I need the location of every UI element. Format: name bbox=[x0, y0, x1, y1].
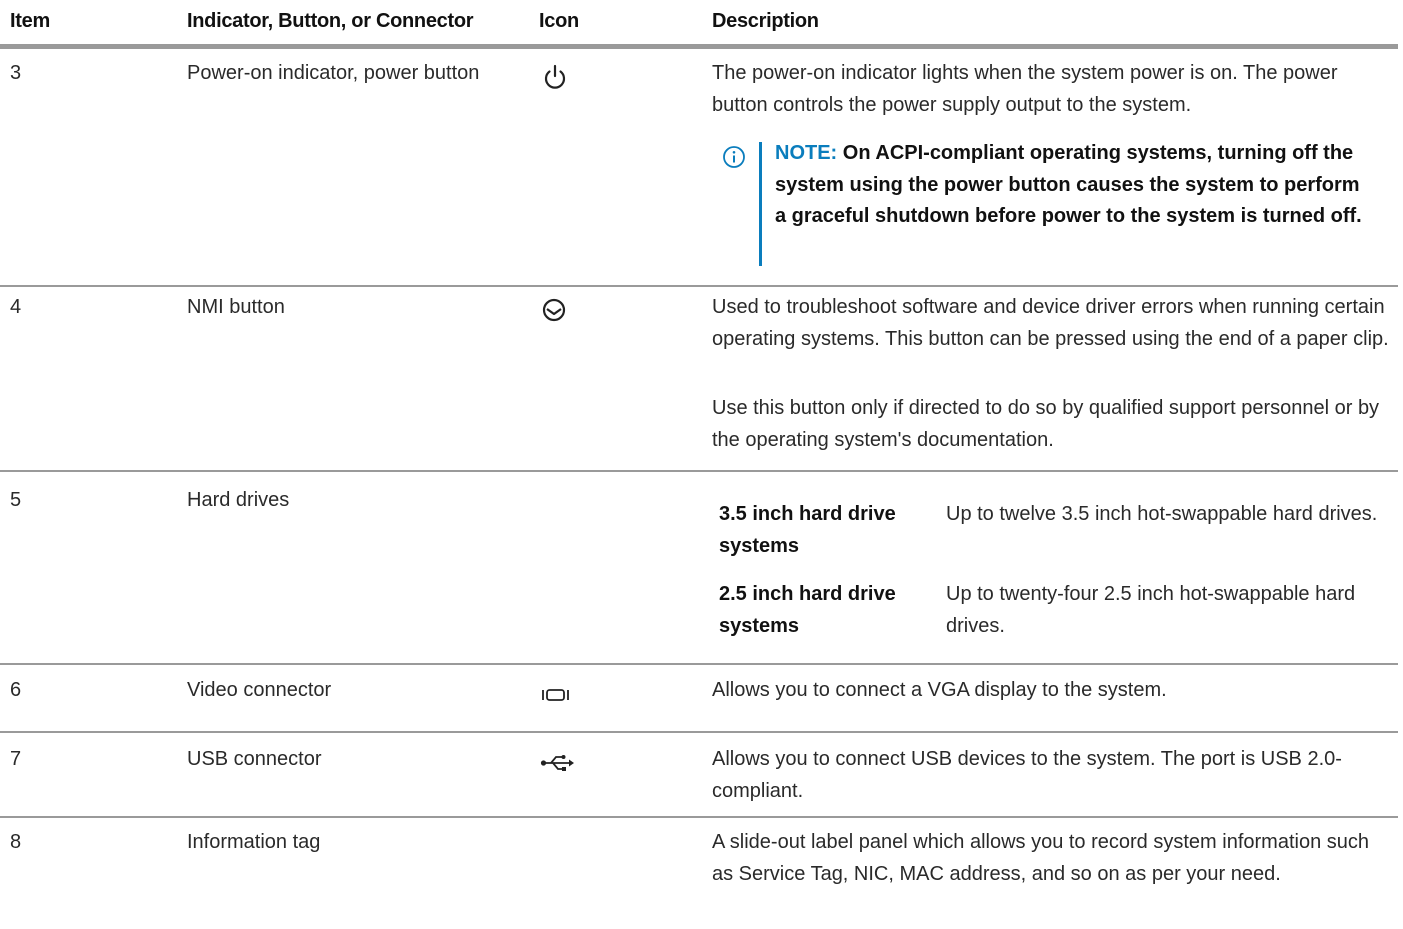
header-item: Item bbox=[10, 10, 50, 32]
row-component-name: NMI button bbox=[187, 296, 285, 318]
row-divider bbox=[0, 285, 1398, 287]
row-item-number: 6 bbox=[10, 679, 22, 701]
note: NOTE: On ACPI-compliant operating system… bbox=[775, 138, 1375, 233]
header-icon: Icon bbox=[539, 10, 579, 32]
row-description-extra: Use this button only if directed to do s… bbox=[712, 397, 1380, 451]
row-component-name: Hard drives bbox=[187, 489, 290, 511]
subtable-value: Up to twelve 3.5 inch hot-swappable hard… bbox=[946, 503, 1378, 525]
row-item-number: 4 bbox=[10, 296, 22, 318]
row-description: The power-on indicator lights when the s… bbox=[712, 62, 1338, 116]
row-item-number: 5 bbox=[10, 489, 22, 511]
row-description: Used to troubleshoot software and device… bbox=[712, 296, 1389, 350]
row-divider bbox=[0, 470, 1398, 472]
info-icon bbox=[722, 145, 746, 169]
subtable-key: 2.5 inch hard drive systems bbox=[719, 583, 896, 637]
note-text: On ACPI-compliant operating systems, tur… bbox=[775, 142, 1362, 227]
row-component-name: USB connector bbox=[187, 748, 322, 770]
usb-icon bbox=[540, 752, 580, 784]
header-component: Indicator, Button, or Connector bbox=[187, 10, 474, 32]
note-label: NOTE: bbox=[775, 142, 838, 164]
header-description: Description bbox=[712, 10, 819, 32]
row-item-number: 8 bbox=[10, 831, 22, 853]
row-description: A slide-out label panel which allows you… bbox=[712, 831, 1369, 885]
row-divider bbox=[0, 731, 1398, 733]
row-component-name: Video connector bbox=[187, 679, 332, 701]
row-divider bbox=[0, 663, 1398, 665]
vga-icon bbox=[540, 685, 580, 717]
row-component-name: Information tag bbox=[187, 831, 321, 853]
row-item-number: 3 bbox=[10, 62, 22, 84]
row-component-name: Power-on indicator, power button bbox=[187, 62, 480, 84]
subtable-value: Up to twenty-four 2.5 inch hot-swappable… bbox=[946, 583, 1356, 637]
header-rule bbox=[0, 44, 1398, 49]
power-icon bbox=[540, 62, 580, 94]
row-item-number: 7 bbox=[10, 748, 22, 770]
row-description: Allows you to connect USB devices to the… bbox=[712, 748, 1342, 802]
note-bar bbox=[759, 142, 762, 266]
nmi-icon bbox=[540, 296, 580, 328]
row-divider bbox=[0, 816, 1398, 818]
subtable-key: 3.5 inch hard drive systems bbox=[719, 503, 896, 557]
row-description: Allows you to connect a VGA display to t… bbox=[712, 679, 1167, 701]
components-table: Item Indicator, Button, or Connector Ico… bbox=[0, 0, 1403, 929]
